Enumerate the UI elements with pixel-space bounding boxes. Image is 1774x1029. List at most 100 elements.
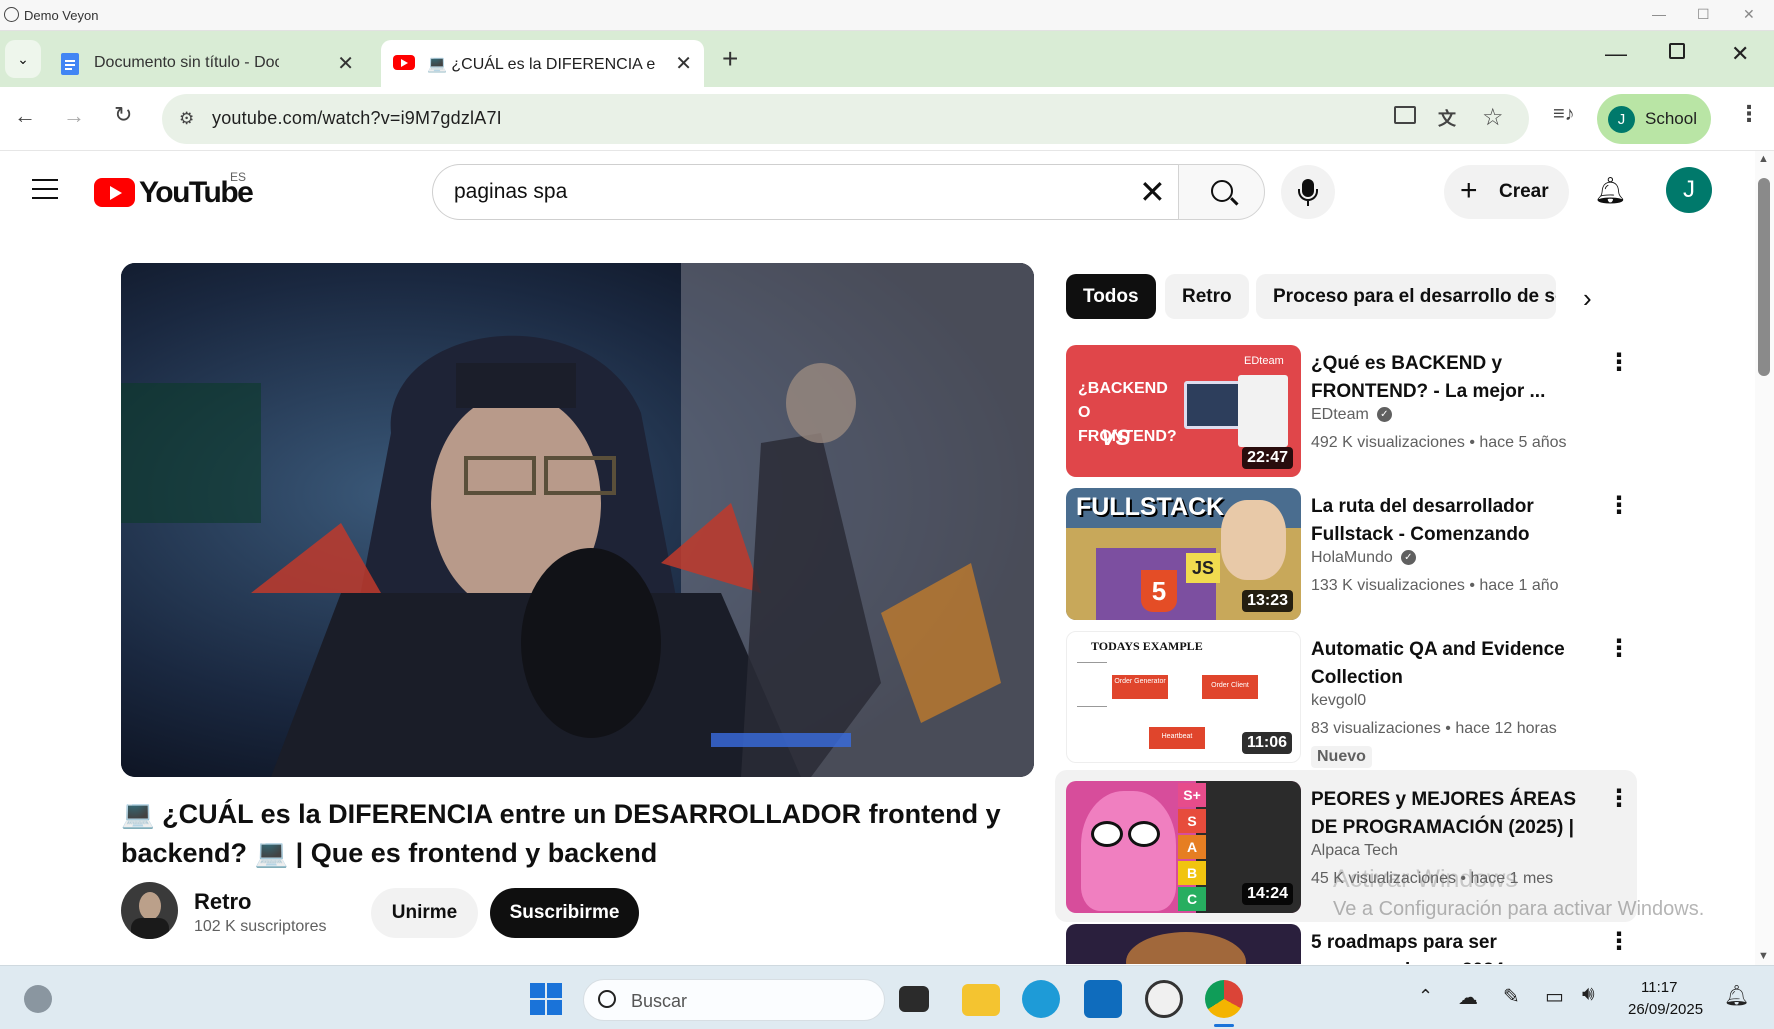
taskbar-search-input[interactable]: Buscar bbox=[583, 979, 885, 1021]
restore-icon[interactable] bbox=[1669, 43, 1685, 59]
widgets-icon[interactable] bbox=[24, 985, 52, 1013]
create-button[interactable]: + Crear bbox=[1444, 165, 1569, 219]
recommended-video[interactable]: TODAYS EXAMPLE Order Generator Order Cli… bbox=[1066, 631, 1636, 768]
minimize-icon[interactable]: — bbox=[1652, 6, 1666, 22]
thumbnail-text: FULLSTACK bbox=[1076, 493, 1225, 521]
more-options-icon[interactable]: ⋮ bbox=[1607, 787, 1631, 811]
subscriber-count: 102 K suscriptores bbox=[194, 918, 327, 935]
edge-browser-icon[interactable] bbox=[1022, 980, 1060, 1018]
more-options-icon[interactable]: ⋮ bbox=[1607, 494, 1631, 518]
recommended-video[interactable]: FULLSTACK 5 JS 13:23 La ruta del desarro… bbox=[1066, 488, 1636, 620]
tab-youtube-active[interactable]: 💻 ¿CUÁL es la DIFERENCIA ent ✕ bbox=[381, 40, 704, 87]
voice-search-button[interactable] bbox=[1281, 165, 1335, 219]
channel-name: kevgol0 bbox=[1311, 692, 1367, 709]
join-button[interactable]: Unirme bbox=[371, 888, 478, 938]
account-avatar[interactable]: J bbox=[1666, 167, 1712, 213]
search-input-value: paginas spa bbox=[454, 180, 568, 203]
channel-name[interactable]: Retro bbox=[194, 889, 251, 915]
activation-watermark-subtitle: Ve a Configuración para activar Windows. bbox=[1333, 898, 1705, 920]
chip-todos[interactable]: Todos bbox=[1066, 274, 1156, 319]
chrome-browser-icon[interactable] bbox=[1205, 980, 1243, 1018]
tab-label: 💻 ¿CUÁL es la DIFERENCIA ent bbox=[427, 56, 655, 73]
windows-taskbar: Buscar ⌃ ☁ ✎ ▭ 🔊︎ 11:17 26/09/2025 🔔︎ bbox=[0, 965, 1774, 1029]
youtube-icon bbox=[393, 55, 415, 70]
close-tab-icon[interactable]: ✕ bbox=[675, 51, 692, 76]
chevron-down-icon: ⌄ bbox=[17, 51, 29, 67]
new-tab-icon[interactable]: + bbox=[722, 43, 738, 75]
forward-arrow-icon[interactable]: → bbox=[63, 103, 85, 129]
translate-icon[interactable]: 文 bbox=[1438, 105, 1456, 131]
thumbnail-text: TODAYS EXAMPLE bbox=[1091, 639, 1203, 653]
url-text: youtube.com/watch?v=i9M7gdzlA7I bbox=[212, 108, 502, 128]
js-icon: JS bbox=[1186, 553, 1220, 583]
video-title: 5 roadmaps para ser programador en 2024 bbox=[1311, 932, 1504, 964]
scroll-down-arrow-icon[interactable]: ▼ bbox=[1758, 950, 1769, 962]
verified-check-icon: ✓ bbox=[1400, 550, 1416, 566]
more-options-icon[interactable]: ⋮ bbox=[1607, 351, 1631, 375]
search-input[interactable]: paginas spa ✕ bbox=[432, 164, 1178, 220]
country-code: ES bbox=[230, 170, 247, 184]
task-view-icon[interactable] bbox=[899, 986, 929, 1012]
pen-icon[interactable]: ✎ bbox=[1503, 984, 1520, 1009]
youtube-logo[interactable]: YouTube ES bbox=[94, 170, 274, 211]
thumbnail-box: Heartbeat bbox=[1149, 727, 1205, 749]
close-tab-icon[interactable]: ✕ bbox=[337, 51, 354, 76]
clock-time[interactable]: 11:17 bbox=[1641, 979, 1677, 996]
video-thumbnail[interactable]: S+ S A B C 14:24 bbox=[1066, 781, 1301, 913]
tab-google-docs[interactable]: Documento sin título - Docume ✕ bbox=[50, 40, 366, 87]
minimize-icon[interactable]: — bbox=[1605, 41, 1627, 67]
plus-icon: + bbox=[1460, 174, 1478, 207]
video-thumbnail[interactable]: FULLSTACK 5 JS 13:23 bbox=[1066, 488, 1301, 620]
subscribe-button[interactable]: Suscribirme bbox=[490, 888, 639, 938]
more-options-icon[interactable]: ⋮ bbox=[1607, 637, 1631, 661]
chrome-menu-icon[interactable]: ⋮ bbox=[1738, 101, 1760, 127]
veyon-eye-icon[interactable] bbox=[1145, 980, 1183, 1018]
notifications-bell-icon[interactable]: 🔔︎ bbox=[1594, 175, 1627, 206]
start-button-icon[interactable] bbox=[530, 983, 562, 1015]
notifications-icon[interactable]: 🔔︎ bbox=[1724, 983, 1749, 1008]
install-app-icon[interactable] bbox=[1394, 106, 1416, 124]
scroll-up-arrow-icon[interactable]: ▲ bbox=[1758, 153, 1769, 165]
file-explorer-icon[interactable] bbox=[962, 984, 1000, 1016]
google-docs-icon bbox=[61, 53, 79, 75]
recommended-video[interactable]: 5 roadmaps para ser programador en 2024 … bbox=[1066, 924, 1636, 964]
channel-avatar[interactable] bbox=[121, 882, 178, 939]
video-player[interactable] bbox=[121, 263, 1034, 777]
address-bar[interactable]: ⚙ youtube.com/watch?v=i9M7gdzlA7I 文 ☆ bbox=[162, 94, 1529, 144]
veyon-eye-icon bbox=[4, 7, 19, 22]
video-thumbnail[interactable] bbox=[1066, 924, 1301, 964]
tab-label: Documento sin título - Docume bbox=[94, 54, 279, 71]
network-icon[interactable]: ▭ bbox=[1545, 984, 1564, 1009]
video-thumbnail[interactable]: ¿BACKEND O FRONTEND? VS EDteam 22:47 bbox=[1066, 345, 1301, 477]
search-button[interactable] bbox=[1178, 164, 1265, 220]
media-controls-icon[interactable]: ≡♪ bbox=[1553, 103, 1575, 126]
show-hidden-icons-chevron-icon[interactable]: ⌃ bbox=[1418, 986, 1433, 1007]
reload-icon[interactable]: ↻ bbox=[114, 102, 132, 128]
profile-button[interactable]: J School bbox=[1597, 94, 1711, 144]
chip-proceso[interactable]: Proceso para el desarrollo de so bbox=[1256, 274, 1556, 319]
browser-tab-strip: ⌄ Documento sin título - Docume ✕ 💻 ¿CUÁ… bbox=[0, 31, 1774, 87]
more-options-icon[interactable]: ⋮ bbox=[1607, 930, 1631, 954]
video-stats: 83 visualizaciones • hace 12 horas bbox=[1311, 720, 1557, 737]
youtube-play-icon bbox=[94, 178, 135, 207]
maximize-icon[interactable]: ☐ bbox=[1697, 6, 1710, 23]
chevron-right-icon[interactable]: › bbox=[1583, 283, 1592, 314]
profile-label: School bbox=[1645, 109, 1697, 128]
scrollbar-thumb[interactable] bbox=[1758, 178, 1770, 376]
thumbnail-brand: EDteam bbox=[1244, 355, 1284, 367]
active-app-indicator bbox=[1214, 1024, 1234, 1027]
close-icon[interactable]: ✕ bbox=[1743, 6, 1755, 23]
chip-retro[interactable]: Retro bbox=[1165, 274, 1249, 319]
tab-search-button[interactable]: ⌄ bbox=[5, 40, 41, 78]
back-arrow-icon[interactable]: ← bbox=[14, 103, 36, 129]
video-thumbnail[interactable]: TODAYS EXAMPLE Order Generator Order Cli… bbox=[1066, 631, 1301, 763]
bookmark-star-icon[interactable]: ☆ bbox=[1482, 103, 1504, 132]
close-window-icon[interactable]: ✕ bbox=[1731, 41, 1749, 67]
volume-icon[interactable]: 🔊︎ bbox=[1582, 983, 1595, 1006]
recommended-video[interactable]: ¿BACKEND O FRONTEND? VS EDteam 22:47 ¿Qu… bbox=[1066, 345, 1636, 477]
clock-date[interactable]: 26/09/2025 bbox=[1628, 1001, 1703, 1018]
microsoft-store-icon[interactable] bbox=[1084, 980, 1122, 1018]
onedrive-cloud-icon[interactable]: ☁ bbox=[1458, 985, 1478, 1010]
clear-search-icon[interactable]: ✕ bbox=[1139, 173, 1166, 211]
site-settings-icon[interactable]: ⚙ bbox=[179, 109, 194, 129]
